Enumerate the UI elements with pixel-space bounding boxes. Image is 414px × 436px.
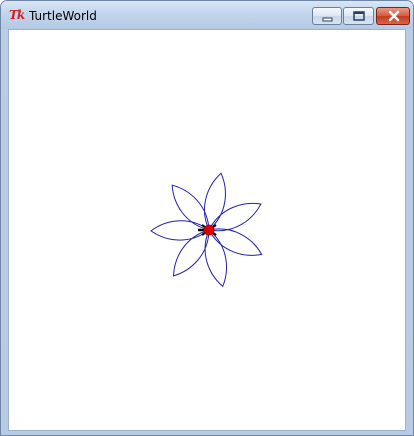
flower-petal bbox=[172, 229, 210, 277]
title-bar[interactable]: Tk TurtleWorld bbox=[1, 1, 413, 29]
maximize-button[interactable] bbox=[343, 7, 374, 25]
minimize-icon bbox=[322, 17, 333, 22]
flower-petal bbox=[208, 202, 262, 232]
turtle-canvas[interactable] bbox=[9, 30, 405, 430]
close-button[interactable] bbox=[376, 7, 410, 25]
window-title: TurtleWorld bbox=[29, 9, 97, 23]
turtle-body bbox=[203, 224, 215, 236]
flower-petal bbox=[171, 184, 210, 231]
turtle-canvas-area[interactable] bbox=[8, 29, 406, 431]
tk-feather-icon: Tk bbox=[9, 8, 25, 22]
close-icon bbox=[388, 10, 400, 22]
minimize-button[interactable] bbox=[312, 7, 342, 25]
flower-petal bbox=[208, 228, 263, 256]
app-window: Tk TurtleWorld bbox=[0, 0, 414, 436]
maximize-icon bbox=[353, 11, 365, 21]
